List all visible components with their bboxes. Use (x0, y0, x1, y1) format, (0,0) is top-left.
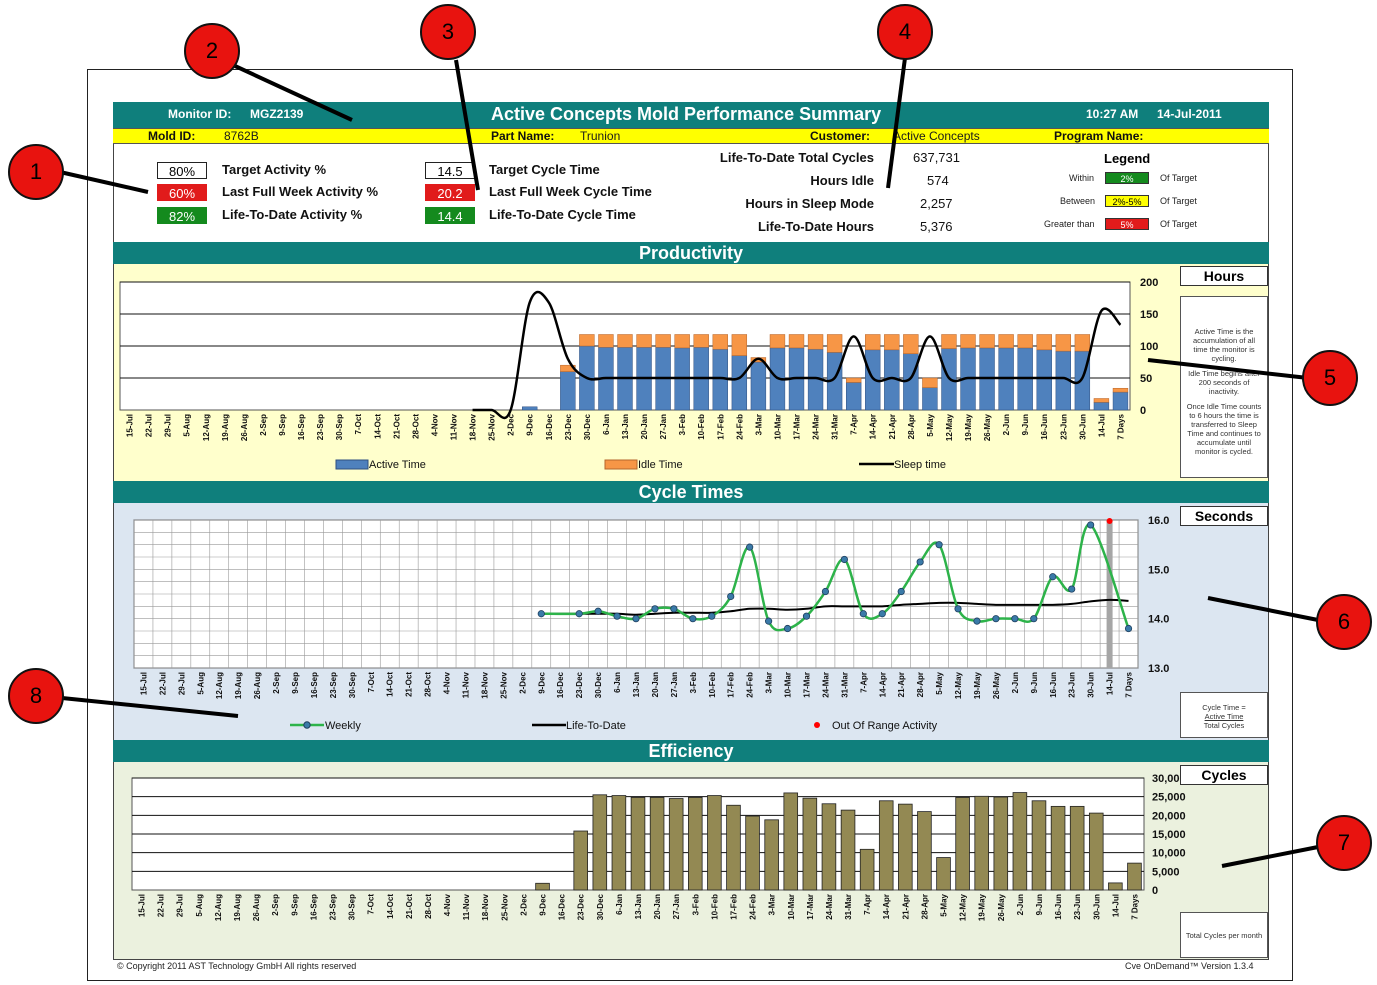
callout-lines (59, 57, 1319, 868)
callout-line-1 (59, 170, 149, 194)
callout-6: 6 (1316, 594, 1372, 650)
callout-1: 1 (8, 144, 64, 200)
callout-4: 4 (877, 4, 933, 60)
callout-line-7 (1221, 845, 1319, 868)
callout-8: 8 (8, 668, 64, 724)
callout-line-8 (61, 696, 239, 718)
callout-line-6 (1207, 596, 1319, 622)
callout-line-4 (886, 57, 907, 189)
callout-3: 3 (420, 4, 476, 60)
callout-7: 7 (1316, 815, 1372, 871)
callout-line-5 (1147, 358, 1309, 380)
callout-2: 2 (184, 23, 240, 79)
callout-5: 5 (1302, 350, 1358, 406)
callout-line-2 (221, 58, 353, 122)
callout-line-3 (454, 59, 480, 191)
